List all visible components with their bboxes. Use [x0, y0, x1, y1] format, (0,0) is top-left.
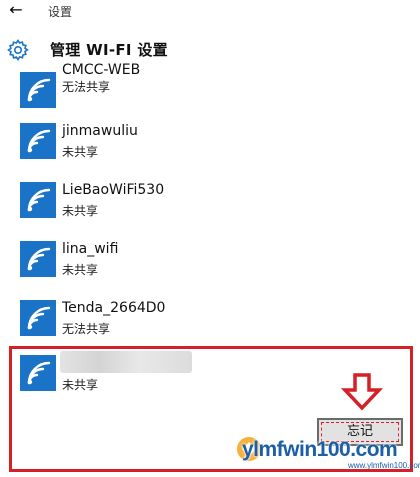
wifi-icon	[27, 129, 51, 153]
wifi-tile	[20, 123, 56, 159]
wifi-tile	[20, 355, 56, 391]
network-name: lina_wifi	[62, 241, 119, 257]
list-item[interactable]: LieBaoWiFi530 未共享	[0, 176, 420, 236]
wifi-icon	[27, 78, 51, 102]
network-name: Tenda_2664D0	[62, 300, 166, 316]
wifi-icon	[27, 188, 51, 212]
blurred-network-name	[60, 351, 192, 373]
wifi-icon	[27, 247, 51, 271]
wifi-icon	[27, 306, 51, 330]
network-status: 未共享	[62, 378, 99, 392]
network-name: LieBaoWiFi530	[62, 182, 165, 198]
network-status: 未共享	[62, 263, 99, 277]
back-arrow-icon[interactable]: ←	[6, 1, 26, 21]
list-item[interactable]: jinmawuliu 未共享	[0, 117, 420, 177]
network-status: 未共享	[62, 145, 99, 159]
page-title: 管理 WI-FI 设置	[50, 41, 168, 59]
site-watermark: ylmfwin100.com www.ylmfwin100.com	[228, 428, 420, 474]
network-list: CMCC-WEB 无法共享 jinmawuliu 未共享 LieBaoWiFi5…	[0, 60, 420, 350]
watermark-text: ylmfwin100.com	[242, 438, 398, 461]
wifi-tile	[20, 72, 56, 108]
list-item[interactable]: lina_wifi 未共享	[0, 235, 420, 295]
network-name: jinmawuliu	[62, 123, 138, 139]
network-status: 未共享	[62, 204, 99, 218]
list-item[interactable]: Tenda_2664D0 无法共享	[0, 294, 420, 350]
network-name: CMCC-WEB	[62, 62, 141, 78]
window-title: 设置	[48, 5, 73, 19]
network-status: 无法共享	[62, 322, 111, 336]
down-arrow-icon	[340, 373, 384, 411]
wifi-tile	[20, 182, 56, 218]
list-item[interactable]: CMCC-WEB 无法共享	[0, 60, 420, 116]
wifi-tile	[20, 241, 56, 277]
network-status: 无法共享	[62, 80, 111, 94]
title-bar: ← 设置	[0, 0, 420, 24]
gear-icon	[7, 39, 29, 61]
wifi-tile	[20, 300, 56, 336]
watermark-subtext: www.ylmfwin100.com	[348, 461, 420, 470]
wifi-icon	[27, 361, 51, 385]
